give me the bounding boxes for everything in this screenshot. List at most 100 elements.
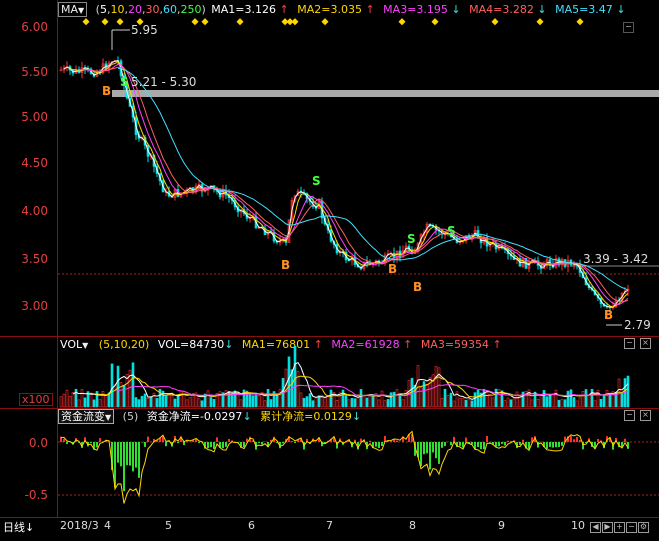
moving-average-lines (64, 61, 628, 308)
flow-bar (90, 442, 92, 443)
volume-bar (213, 399, 215, 407)
volume-bar (576, 401, 578, 407)
scroll-right-icon[interactable]: ▶ (602, 522, 613, 533)
volume-bar (537, 399, 539, 407)
flow-bar (183, 442, 185, 445)
low-price-label: 2.79 (624, 318, 651, 332)
price-panel[interactable]: MA▼ (5,10,20,30,60,250) MA1=3.126 ↑ MA2=… (0, 0, 659, 338)
flow-bar (165, 442, 167, 446)
scroll-left-icon[interactable]: ◀ (590, 522, 601, 533)
price-chart[interactable] (0, 0, 659, 338)
volume-bar (90, 393, 92, 407)
x-axis-label: 8 (409, 519, 416, 532)
x-axis-label: 10 (571, 519, 585, 532)
ma-line (118, 68, 628, 290)
volume-bar (270, 400, 272, 407)
volume-bar (531, 400, 533, 407)
volume-bar (591, 389, 593, 407)
volume-bar (603, 395, 605, 407)
volume-bar (447, 395, 449, 407)
volume-bar (384, 401, 386, 407)
volume-bar (474, 393, 476, 407)
flow-bar (369, 441, 371, 442)
volume-bar (366, 398, 368, 407)
volume-bar (258, 395, 260, 407)
volume-bar (414, 385, 416, 407)
flow-bar (216, 437, 218, 442)
flow-bar (555, 442, 557, 447)
zoom-in-icon[interactable]: + (614, 522, 625, 533)
volume-bar (165, 396, 167, 407)
volume-bar (84, 398, 86, 407)
settings-icon[interactable]: ⚙ (638, 522, 649, 533)
flow-bar (435, 442, 437, 458)
volume-bar (354, 399, 356, 407)
volume-bar (303, 398, 305, 407)
capital-flow-panel[interactable]: 资金流变▼ (5) 资金净流=-0.0297↓ 累计净流=0.0129↓ − ×… (0, 409, 659, 517)
volume-bar (105, 395, 107, 407)
volume-bar (378, 400, 380, 407)
flow-bar (213, 442, 215, 449)
volume-chart[interactable] (0, 337, 659, 408)
volume-bar (177, 395, 179, 407)
volume-bar (300, 393, 302, 407)
volume-bar (315, 398, 317, 407)
zoom-out-icon[interactable]: − (626, 522, 637, 533)
volume-bar (444, 389, 446, 407)
flow-bar (627, 442, 629, 449)
volume-bar (564, 400, 566, 407)
volume-bar (141, 396, 143, 407)
volume-bar (546, 397, 548, 407)
volume-bar (267, 389, 269, 407)
ma-line (79, 65, 628, 305)
flow-bar (381, 442, 383, 446)
volume-bar (117, 366, 119, 407)
flow-bar (210, 442, 212, 447)
volume-bar (399, 396, 401, 407)
flow-bar (375, 442, 377, 447)
flow-bar (477, 442, 479, 447)
flow-bar (441, 442, 443, 448)
volume-bar (69, 396, 71, 407)
flow-bar (147, 437, 149, 442)
x-axis-label: 4 (104, 519, 111, 532)
flow-chart[interactable] (0, 409, 659, 517)
volume-bar (156, 398, 158, 407)
flow-bar (624, 439, 626, 442)
volume-bar (81, 389, 83, 407)
flow-bar (522, 440, 524, 442)
sell-signal: S (447, 224, 456, 238)
flow-bar (129, 442, 131, 466)
flow-bar (597, 439, 599, 442)
volume-bar (102, 391, 104, 407)
volume-bar (138, 400, 140, 407)
volume-bar (99, 400, 101, 407)
buy-signal: B (388, 262, 397, 276)
volume-bar (132, 363, 134, 407)
volume-bar (468, 399, 470, 407)
flow-bar (501, 442, 503, 444)
x-axis-label: 5 (165, 519, 172, 532)
volume-bar (492, 398, 494, 407)
volume-bar (276, 395, 278, 407)
flow-bar (423, 442, 425, 454)
volume-bars (60, 346, 629, 407)
volume-bar (552, 394, 554, 407)
volume-panel[interactable]: VOL▼ (5,10,20) VOL=84730↓ MA1=76801 ↑ MA… (0, 337, 659, 408)
flow-bar (144, 442, 146, 447)
volume-bar (462, 398, 464, 407)
flow-bar (294, 442, 296, 443)
flow-bar (117, 442, 119, 463)
flow-bar (507, 441, 509, 442)
volume-bar (345, 395, 347, 407)
volume-bar (453, 401, 455, 407)
flow-bar (390, 441, 392, 442)
flow-bar (426, 442, 428, 453)
period-selector[interactable]: 日线↓ (3, 519, 34, 535)
volume-bar (360, 389, 362, 407)
volume-bar (207, 391, 209, 407)
volume-bar (288, 357, 290, 407)
flow-bar (465, 438, 467, 442)
volume-bar (93, 400, 95, 407)
range-label-lower: 3.39 - 3.42 (583, 252, 648, 266)
